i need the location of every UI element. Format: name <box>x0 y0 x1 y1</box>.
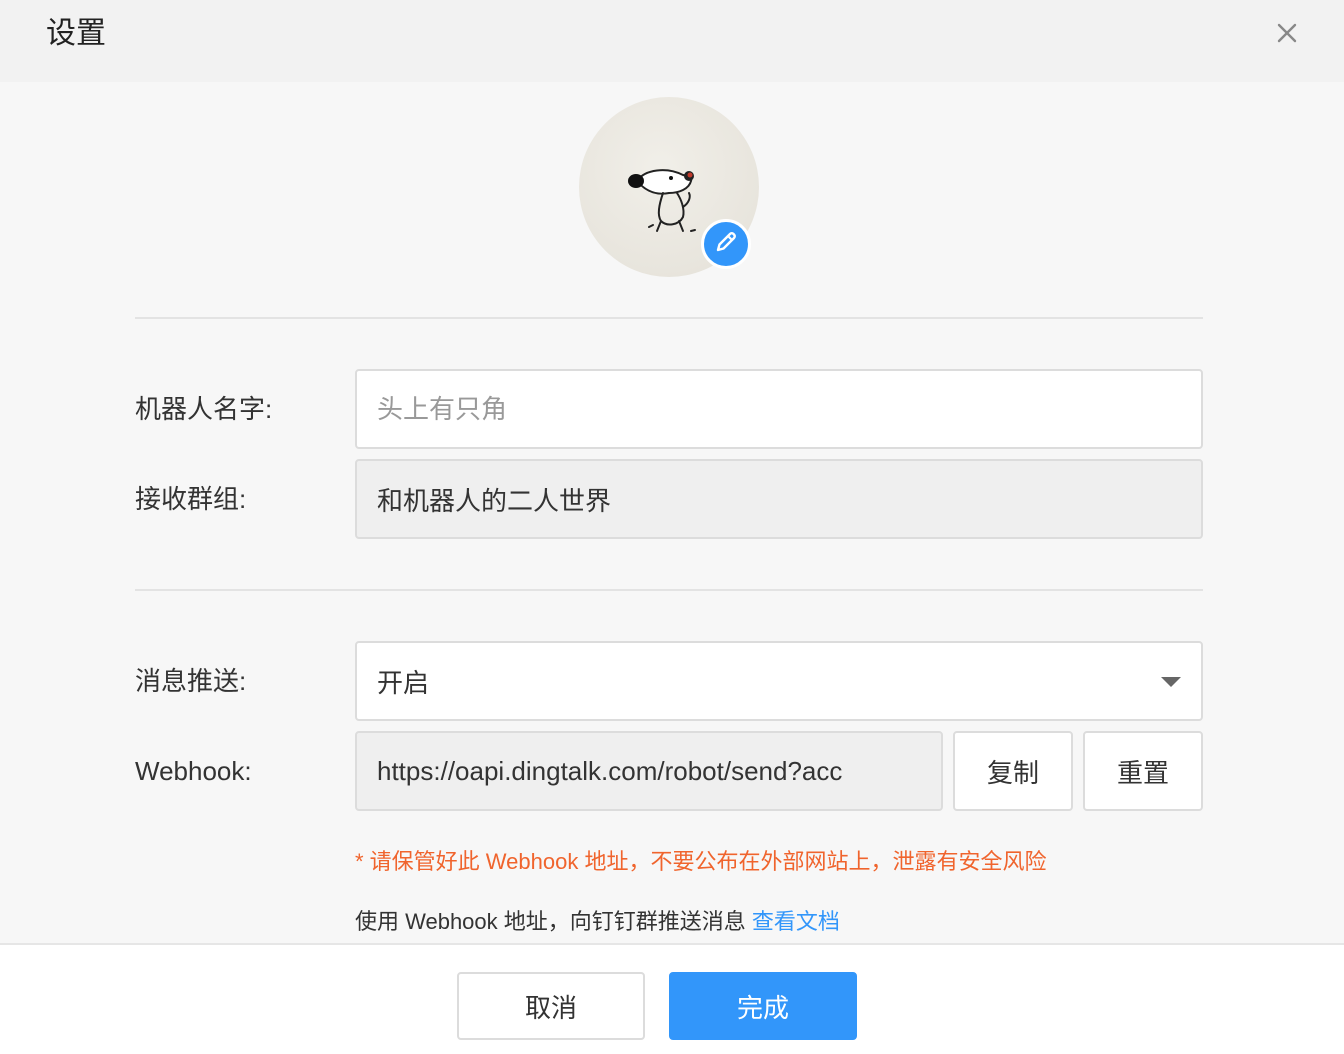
security-warning: * 请保管好此 Webhook 地址，不要公布在外部网站上，泄露有安全风险 <box>355 849 1047 874</box>
close-icon[interactable] <box>1270 16 1304 50</box>
copy-button[interactable]: 复制 <box>953 731 1073 811</box>
dialog-footer: 取消 完成 <box>0 943 1344 1054</box>
section-divider <box>135 589 1203 591</box>
webhook-hint-text: 使用 Webhook 地址，向钉钉群推送消息 <box>355 909 752 934</box>
message-push-select[interactable]: 开启 <box>355 641 1203 721</box>
message-push-label: 消息推送: <box>135 666 247 696</box>
robot-name-field[interactable] <box>355 369 1203 449</box>
section-divider <box>135 317 1203 319</box>
edit-avatar-button[interactable] <box>701 219 751 269</box>
done-button[interactable]: 完成 <box>669 972 857 1040</box>
webhook-hint: 使用 Webhook 地址，向钉钉群推送消息 查看文档 <box>355 906 840 938</box>
webhook-url-field[interactable]: https://oapi.dingtalk.com/robot/send?acc <box>355 731 943 811</box>
receive-group-field: 和机器人的二人世界 <box>355 459 1203 539</box>
receive-group-label: 接收群组: <box>135 484 247 514</box>
robot-avatar-section <box>579 97 759 277</box>
receive-group-value: 和机器人的二人世界 <box>377 485 612 516</box>
robot-name-input[interactable] <box>377 393 1181 425</box>
cancel-button[interactable]: 取消 <box>457 972 645 1040</box>
caret-down-icon <box>1161 677 1181 687</box>
dialog-header: 设置 <box>0 0 1344 82</box>
settings-dialog: 设置 机器人名字: 头上有只角 接收群组: 和机器人的二人世界 消息推送: 开启… <box>0 0 1344 1054</box>
message-push-value: 开启 <box>377 667 430 698</box>
webhook-url-value[interactable]: https://oapi.dingtalk.com/robot/send?acc <box>377 756 842 787</box>
robot-name-label: 机器人名字: <box>135 394 273 424</box>
webhook-label: Webhook: <box>135 756 252 786</box>
view-docs-link[interactable]: 查看文档 <box>752 909 840 934</box>
pencil-icon <box>713 229 739 260</box>
reset-button[interactable]: 重置 <box>1083 731 1203 811</box>
dialog-title: 设置 <box>46 17 106 50</box>
